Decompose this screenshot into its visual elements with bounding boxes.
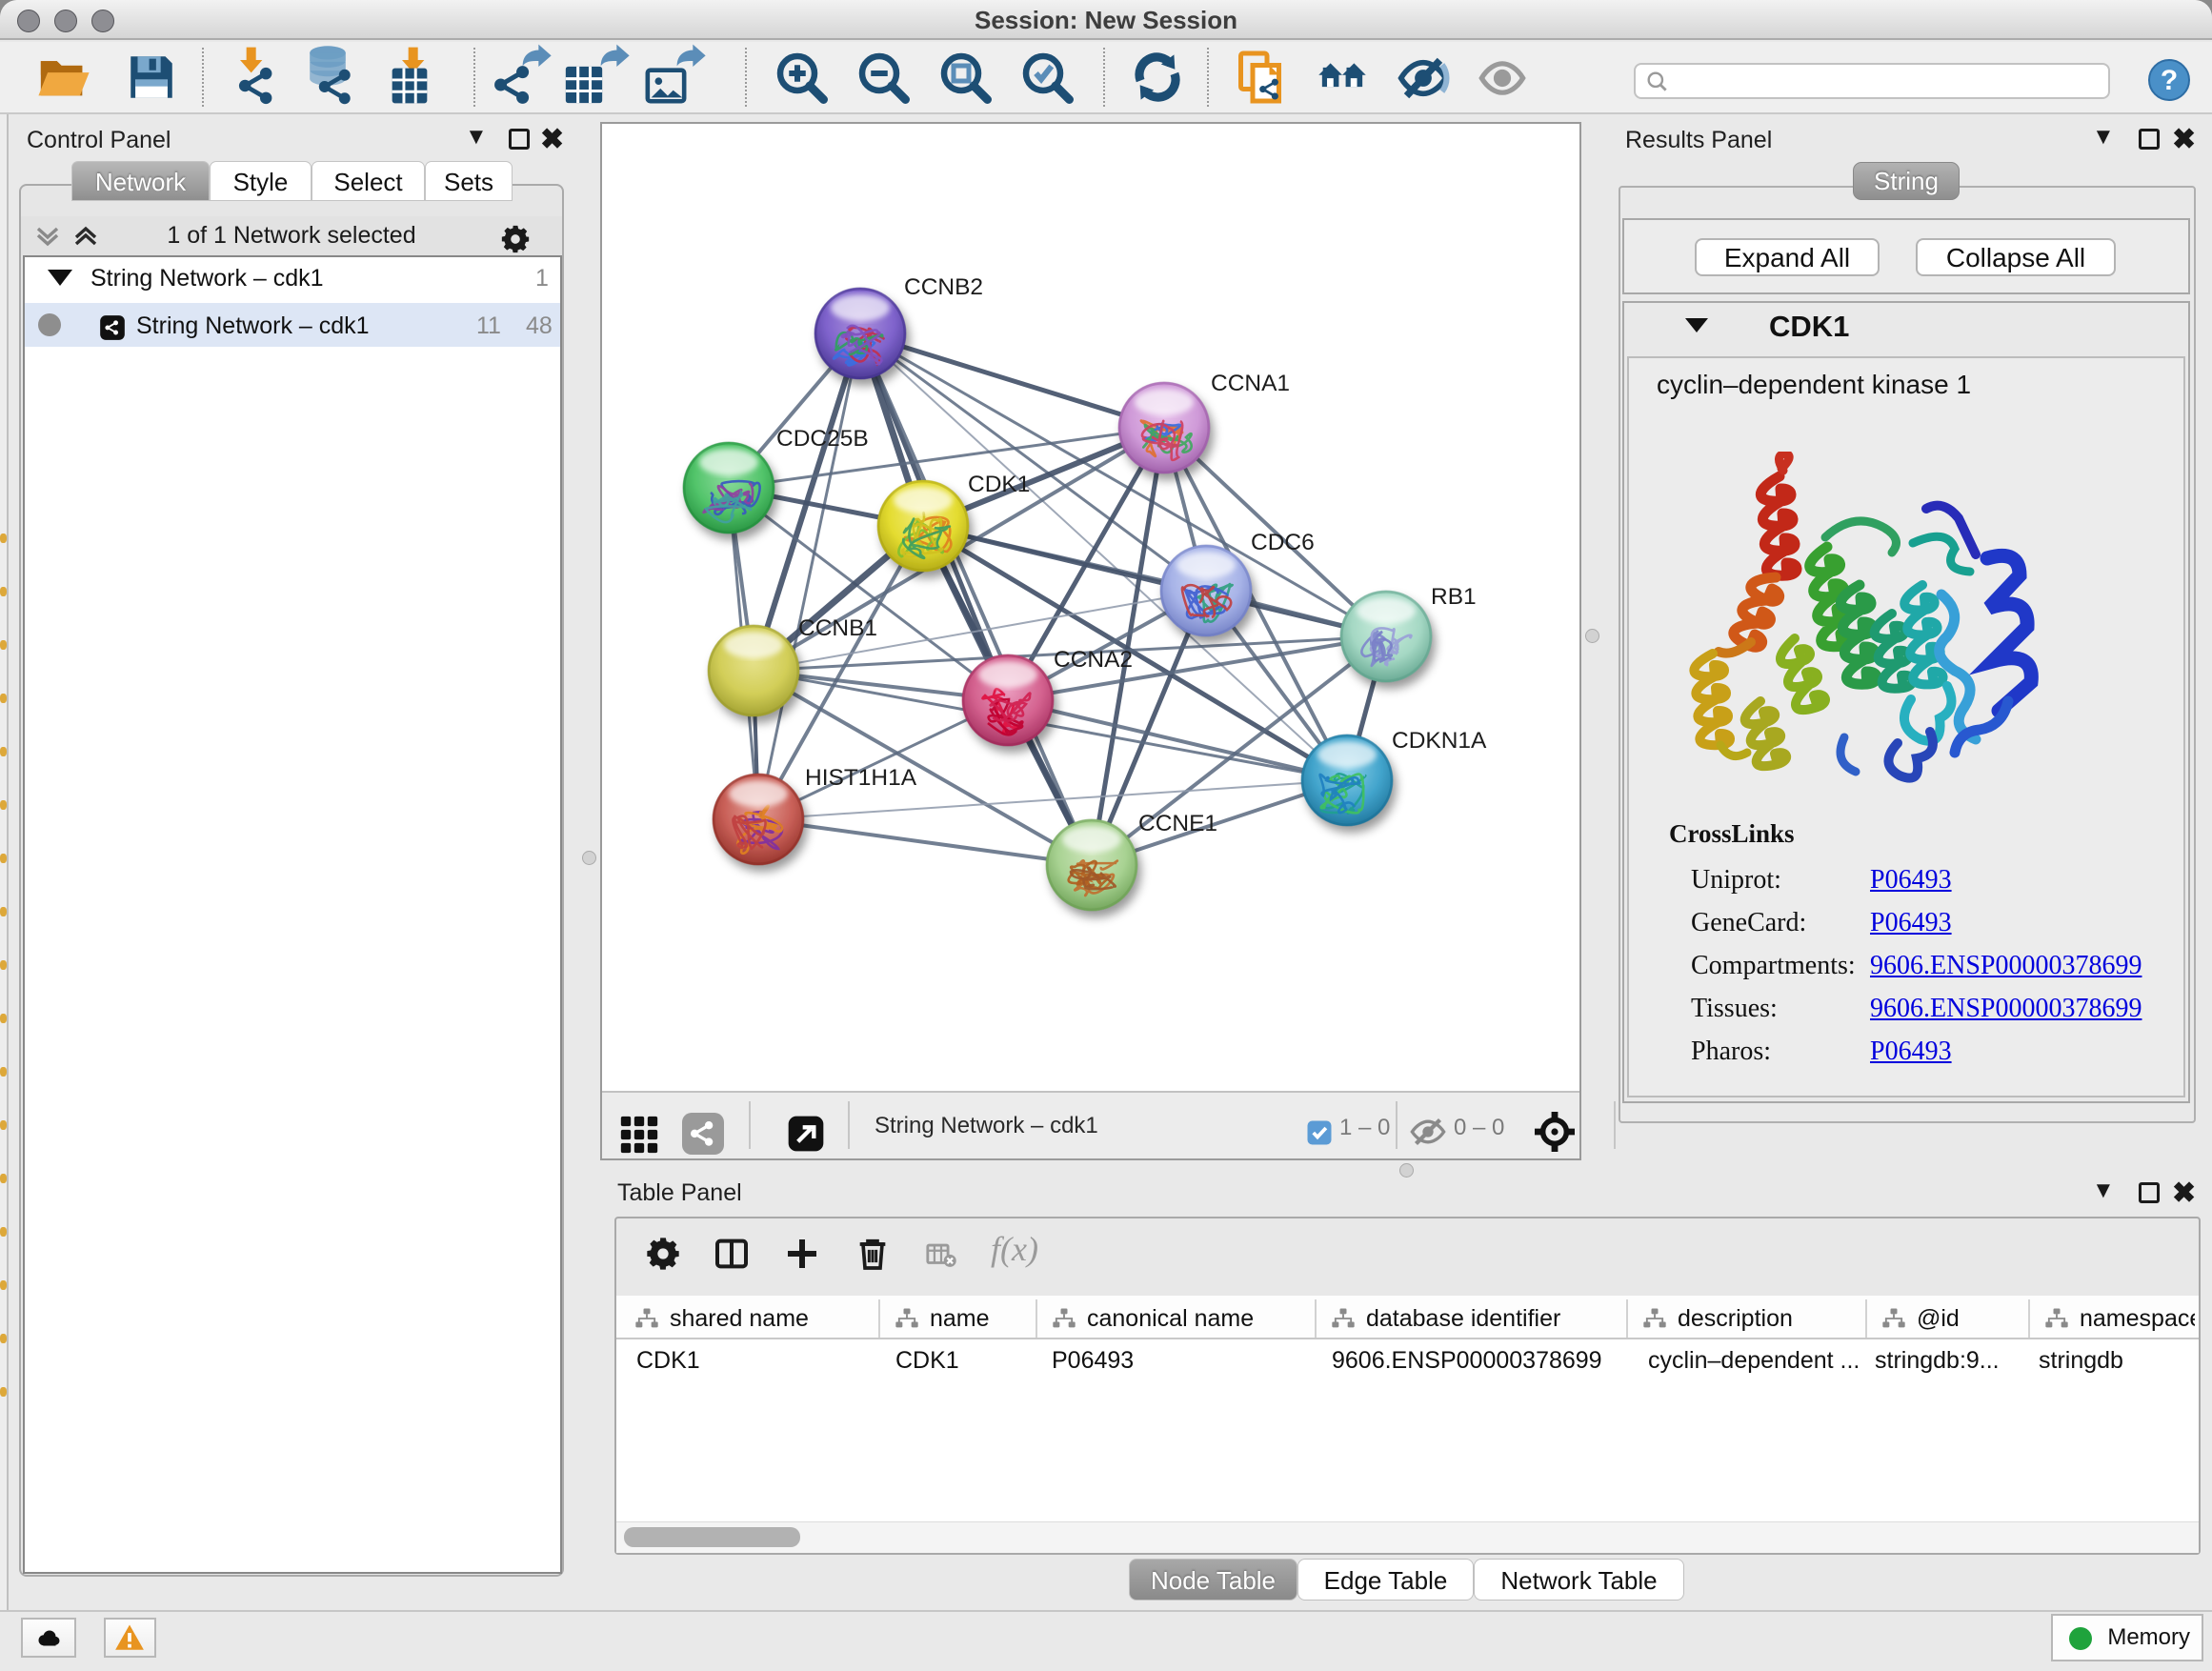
svg-text:CCNA1: CCNA1	[1211, 371, 1290, 396]
svg-text:CDC6: CDC6	[1251, 530, 1315, 555]
svg-text:CDC25B: CDC25B	[776, 426, 869, 452]
svg-text:CCNA2: CCNA2	[1054, 647, 1133, 673]
svg-text:CCNB2: CCNB2	[904, 274, 983, 300]
svg-text:CCNB1: CCNB1	[798, 615, 877, 641]
svg-text:HIST1H1A: HIST1H1A	[805, 765, 917, 791]
svg-text:CDKN1A: CDKN1A	[1392, 728, 1487, 754]
svg-text:CDK1: CDK1	[968, 472, 1030, 497]
svg-text:RB1: RB1	[1431, 584, 1477, 610]
svg-text:CCNE1: CCNE1	[1138, 811, 1217, 836]
